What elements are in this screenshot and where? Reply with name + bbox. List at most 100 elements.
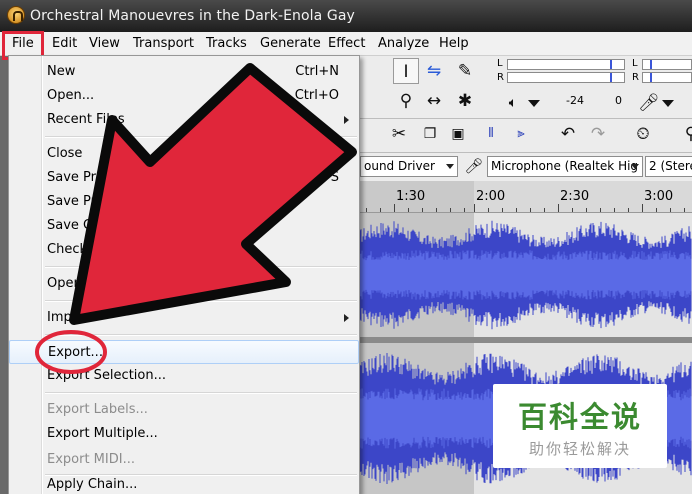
timeline-ruler[interactable]: 1:30 2:00 2:30 3:00 xyxy=(360,181,692,213)
envelope-tool-button[interactable]: ⇋ xyxy=(421,58,447,84)
draw-tool-button[interactable]: ✎ xyxy=(452,58,478,84)
watermark-logo: 百科全说 助你轻松解决 xyxy=(493,384,667,468)
menu-item-close[interactable]: Close Ctrl+W xyxy=(9,142,359,166)
mic-dropdown-arrow[interactable] xyxy=(662,100,674,107)
menu-item-new-label: New xyxy=(47,64,76,79)
menu-item-open-metadata[interactable]: Open M xyxy=(9,272,359,296)
menu-item-export-selection[interactable]: Export Selection... xyxy=(9,364,359,388)
menu-item-close-label: Close xyxy=(47,146,83,161)
menu-item-save-compressed[interactable]: Save Com xyxy=(9,214,359,238)
menu-item-import[interactable]: Impo xyxy=(9,306,359,330)
multi-tool-button[interactable]: ✱ xyxy=(452,88,478,114)
timeshift-tool-button[interactable]: ↔ xyxy=(421,88,447,114)
menu-item-open-metadata-label: Open M xyxy=(47,276,98,291)
record-meter-left[interactable] xyxy=(642,59,692,70)
menu-item-open-shortcut: Ctrl+O xyxy=(294,88,339,103)
meter-r-label: R xyxy=(497,72,504,83)
toolbar-area: I ⇋ ✎ ⚲ ↔ ✱ L R L R 🔈︎ -24 0 🎤︎ ✂ ❐ ▣ ⫴ … xyxy=(360,56,692,181)
zoom-in-button[interactable]: ⚲ xyxy=(678,121,692,147)
menu-item-save-project-label: Save Project xyxy=(47,170,128,185)
gain-max-label: 0 xyxy=(615,94,622,107)
volume-dropdown-arrow[interactable] xyxy=(528,100,540,107)
menu-help[interactable]: Help xyxy=(439,36,469,51)
menu-edit[interactable]: Edit xyxy=(52,36,77,51)
input-channels-value: 2 (Stereo xyxy=(649,159,692,173)
menu-item-save-project[interactable]: Save Project Ctrl+S xyxy=(9,166,359,190)
menu-item-export-selection-label: Export Selection... xyxy=(47,368,166,383)
menu-item-export-multiple-label: Export Multiple... xyxy=(47,426,158,441)
window-title: Orchestral Manouevres in the Dark-Enola … xyxy=(30,8,355,24)
audio-track-channel-left[interactable] xyxy=(360,213,692,337)
menu-item-check-dependencies[interactable]: Check D xyxy=(9,238,359,262)
menu-separator xyxy=(45,266,357,268)
speaker-volume-icon: 🔈︎ xyxy=(508,95,518,111)
microphone-icon: 🎤︎ xyxy=(638,93,660,113)
menu-analyze[interactable]: Analyze xyxy=(378,36,429,51)
input-device-value: Microphone (Realtek Hig xyxy=(491,159,639,173)
record-meter-right[interactable] xyxy=(642,72,692,83)
menu-item-export-midi: Export MIDI... xyxy=(9,448,359,472)
watermark-subtitle: 助你轻松解决 xyxy=(528,440,631,458)
audio-host-value: ound Driver xyxy=(364,159,435,173)
menu-item-new-shortcut: Ctrl+N xyxy=(295,64,339,79)
waveform xyxy=(360,220,692,330)
rec-meter-r-label: R xyxy=(632,72,639,83)
menu-effect[interactable]: Effect xyxy=(328,36,365,51)
menu-separator xyxy=(45,300,357,302)
paste-button[interactable]: ▣ xyxy=(445,121,471,147)
menu-item-open-label: Open... xyxy=(47,88,95,103)
menu-item-save-project-shortcut: Ctrl+S xyxy=(296,170,339,185)
menu-item-recent-files[interactable]: Recent Files xyxy=(9,108,359,132)
zoom-tool-button[interactable]: ⚲ xyxy=(393,88,419,114)
menu-item-close-shortcut: Ctrl+W xyxy=(292,146,339,161)
menu-view[interactable]: View xyxy=(89,36,120,51)
menu-tracks[interactable]: Tracks xyxy=(206,36,247,51)
file-menu-dropdown: New Ctrl+N Open... Ctrl+O Recent Files C… xyxy=(8,55,360,494)
trim-button[interactable]: ⫴ xyxy=(478,121,504,147)
audacity-app-icon xyxy=(7,6,25,24)
menu-separator xyxy=(45,136,357,138)
menu-separator xyxy=(45,392,357,394)
menu-generate[interactable]: Generate xyxy=(260,36,321,51)
menu-transport[interactable]: Transport xyxy=(133,36,194,51)
input-device-mic-icon: 🎤︎ xyxy=(464,157,484,175)
selection-tool-button[interactable]: I xyxy=(393,58,419,84)
menu-item-export[interactable]: Export... xyxy=(9,340,359,364)
redo-button[interactable]: ↷ xyxy=(585,121,611,147)
playback-meter-right[interactable] xyxy=(507,72,625,83)
menu-item-export-labels-label: Export Labels... xyxy=(47,402,148,417)
timeline-label-2-30: 2:30 xyxy=(560,189,590,204)
watermark-title: 百科全说 xyxy=(517,400,642,434)
menu-item-export-midi-label: Export MIDI... xyxy=(47,452,135,467)
menu-item-check-dependencies-label: Check D xyxy=(47,242,102,257)
playback-meter-left[interactable] xyxy=(507,59,625,70)
title-bar: Orchestral Manouevres in the Dark-Enola … xyxy=(0,0,692,32)
menu-item-export-labels: Export Labels... xyxy=(9,398,359,422)
menu-bar: File Edit View Transport Tracks Generate… xyxy=(0,32,692,56)
undo-button[interactable]: ↶ xyxy=(555,121,581,147)
menu-separator xyxy=(45,334,357,336)
menu-item-export-multiple[interactable]: Export Multiple... xyxy=(9,422,359,446)
audacity-window: Orchestral Manouevres in the Dark-Enola … xyxy=(0,0,692,494)
menu-item-apply-chain-label: Apply Chain... xyxy=(47,477,138,492)
copy-button[interactable]: ❐ xyxy=(417,121,443,147)
menu-item-open[interactable]: Open... Ctrl+O xyxy=(9,84,359,108)
timeline-label-3-00: 3:00 xyxy=(644,189,674,204)
sync-lock-icon[interactable]: ⏲ xyxy=(630,121,656,147)
menu-item-save-project-as[interactable]: Save Proje xyxy=(9,190,359,214)
timeline-label-1-30: 1:30 xyxy=(396,189,426,204)
menu-item-apply-chain[interactable]: Apply Chain... xyxy=(9,473,359,494)
menu-item-import-label: Impo xyxy=(47,310,80,325)
gain-min-label: -24 xyxy=(566,94,584,107)
menu-item-new[interactable]: New Ctrl+N xyxy=(9,60,359,84)
audio-host-dropdown[interactable]: ound Driver xyxy=(360,156,458,177)
rec-meter-l-label: L xyxy=(632,58,638,69)
silence-button[interactable]: ⫸ xyxy=(508,121,534,147)
input-channels-dropdown[interactable]: 2 (Stereo xyxy=(645,156,692,177)
input-device-dropdown[interactable]: Microphone (Realtek Hig xyxy=(487,156,643,177)
cut-button[interactable]: ✂ xyxy=(386,121,412,147)
menu-item-recent-files-label: Recent Files xyxy=(47,112,125,127)
menu-item-save-project-as-label: Save Proje xyxy=(47,194,116,209)
submenu-arrow-icon xyxy=(344,116,349,124)
menu-item-save-compressed-label: Save Com xyxy=(47,218,113,233)
